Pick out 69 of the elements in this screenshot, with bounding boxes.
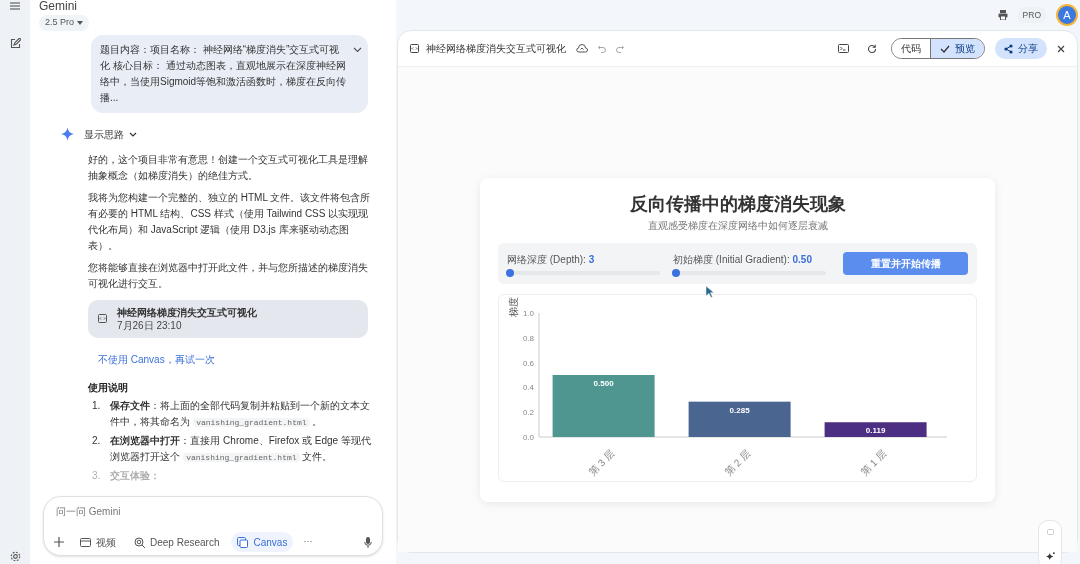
- more-button[interactable]: ···: [303, 535, 313, 549]
- axis-tick-label: 第 1 层: [858, 447, 889, 478]
- slider-thumb[interactable]: [506, 269, 514, 277]
- bar-value-label: 0.285: [729, 405, 750, 415]
- slider-thumb[interactable]: [672, 269, 680, 277]
- tool-chip[interactable]: Deep Research: [128, 532, 226, 552]
- microphone-icon[interactable]: [364, 536, 372, 548]
- sparkle-icon[interactable]: [1045, 551, 1055, 561]
- retry-link[interactable]: 不使用 Canvas，再试一次: [98, 353, 215, 365]
- axis-tick-label: 0.0: [522, 433, 534, 442]
- chevron-icon: [129, 131, 137, 137]
- user-message: 题目内容：项目名称： 神经网络“梯度消失”交互式可视化 核心目标： 通过动态图表，直观地展示在深度神经网络中，当使用Sigmoid等饱和激活函数时，梯度在反向传播...: [100, 42, 347, 105]
- sparkle-icon: [61, 127, 74, 141]
- slider-label: 初始梯度 (Initial Gradient): 0.50: [673, 253, 813, 267]
- preview-heading: 反向传播中的梯度消失现象: [628, 193, 847, 216]
- refresh-icon[interactable]: [867, 43, 877, 54]
- expand-icon[interactable]: [353, 46, 362, 53]
- code-icon: [410, 44, 419, 53]
- view-tab[interactable]: 预览: [930, 39, 984, 58]
- paragraph: 好的，这个项目非常有意思！创建一个交互式可视化工具是理解抽象概念（如梯度消失）的绝佳方式。: [88, 152, 369, 183]
- instructions-heading: 使用说明: [87, 380, 129, 395]
- canvas-title: 神经网络梯度消失交互式可视化: [426, 42, 566, 56]
- artifact-title: 神经网络梯度消失交互式可视化: [117, 305, 257, 319]
- share-button[interactable]: 分享: [995, 38, 1047, 59]
- axis-tick-label: 第 3 层: [586, 447, 617, 478]
- axis-tick-label: 0.2: [522, 408, 534, 418]
- prompt-input[interactable]: 问一问 Gemini: [56, 504, 356, 519]
- settings-icon[interactable]: [9, 551, 21, 562]
- list-number: 3.: [92, 468, 101, 483]
- caret-icon: [77, 20, 84, 25]
- search-icon: [134, 536, 145, 548]
- artifact-date: 7月26日 23:10: [117, 318, 183, 332]
- artifact-card[interactable]: 神经网络梯度消失交互式可视化 7月26日 23:10: [88, 299, 368, 338]
- axis-tick-label: 0.6: [522, 358, 534, 368]
- bar-value-label: 0.500: [593, 379, 614, 388]
- share-icon: [1004, 43, 1013, 54]
- preview-subheading: 直观感受梯度在深度网络中如何逐层衰减: [646, 219, 829, 233]
- tool-chip[interactable]: 视频: [74, 532, 122, 552]
- list-number: 2.: [92, 433, 101, 448]
- axis-tick-label: 第 2 层: [722, 447, 753, 478]
- cloud-icon[interactable]: [576, 44, 588, 53]
- axis-tick-label: 0.4: [522, 383, 534, 393]
- user-avatar[interactable]: A: [1056, 4, 1078, 26]
- canvas-icon: [237, 536, 249, 548]
- printer-icon[interactable]: [997, 10, 1008, 20]
- model-selector[interactable]: 2.5 Pro: [39, 15, 90, 31]
- edit-icon[interactable]: [9, 38, 21, 49]
- bar-value-label: 0.119: [865, 426, 886, 436]
- close-icon[interactable]: [1057, 44, 1065, 53]
- axis-title: 梯度: [508, 297, 519, 317]
- list-item-text: 保存文件：将上面的全部代码复制并粘贴到一个新的文本文件中，将其命名为 vanishing_gradient.html 。: [110, 398, 372, 429]
- check-icon: [940, 44, 950, 53]
- slider-label: 网络深度 (Depth): 3: [507, 253, 596, 267]
- pro-badge: PRO: [1017, 6, 1046, 24]
- axis-tick-label: 0.8: [522, 333, 534, 343]
- list-item-text: 交互体验：: [110, 468, 161, 483]
- add-icon[interactable]: [54, 537, 64, 547]
- list-number: 1.: [92, 398, 101, 413]
- list-item-text: 在浏览器中打开：直接用 Chrome、Firefox 或 Edge 等现代浏览器打开这个 vanishing_gradient.html 文件。: [110, 433, 372, 464]
- video-icon: [80, 536, 91, 548]
- cursor-icon: [706, 286, 714, 298]
- show-thinking-toggle[interactable]: 显示思路: [84, 126, 137, 142]
- code-icon: [98, 314, 107, 323]
- paragraph: 我将为您构建一个完整的、独立的 HTML 文件。该文件将包含所有必要的 HTML 结构、CSS 样式（使用 Tailwind CSS 以实现现代化布局）和 JavaScript 逻辑（使用 D3.js 库来驱动动态图表）。: [88, 190, 372, 253]
- paragraph: 您将能够直接在浏览器中打开此文件，并与您所描述的梯度消失可视化进行交互。: [88, 260, 369, 291]
- console-icon[interactable]: [838, 44, 849, 53]
- axis-tick-label: 1.0: [522, 309, 534, 318]
- app-title: Gemini: [39, 0, 78, 13]
- tool-chip[interactable]: Canvas: [231, 532, 294, 552]
